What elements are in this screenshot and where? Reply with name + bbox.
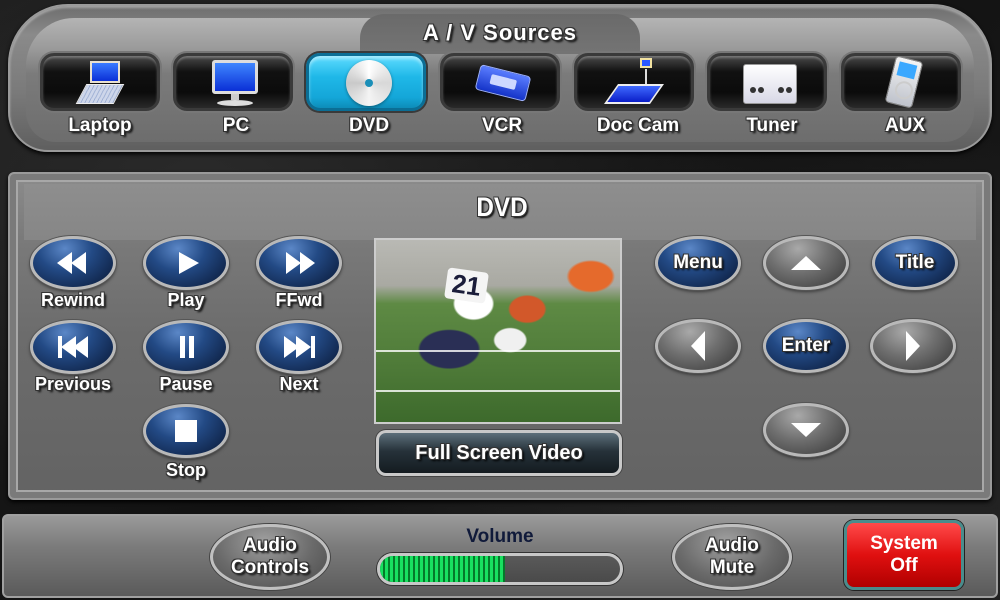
arrow-right-icon bbox=[906, 331, 920, 361]
media-player-icon bbox=[884, 55, 924, 109]
skip-next-icon bbox=[282, 334, 316, 360]
media-player-icon-wrap bbox=[844, 55, 958, 109]
play-button[interactable] bbox=[143, 236, 229, 290]
skip-previous-icon bbox=[56, 334, 90, 360]
desktop-pc-icon bbox=[176, 56, 290, 108]
stop-icon bbox=[175, 420, 197, 442]
pause-icon bbox=[169, 334, 203, 360]
source-button-dvd[interactable] bbox=[306, 53, 426, 111]
source-label-laptop: Laptop bbox=[68, 115, 132, 136]
source-button-laptop[interactable] bbox=[40, 53, 160, 111]
stop-label: Stop bbox=[166, 460, 206, 480]
source-label-vcr: VCR bbox=[481, 115, 523, 136]
source-panel-title: A / V Sources bbox=[422, 20, 577, 45]
play-label: Play bbox=[167, 290, 205, 310]
volume-level-fill bbox=[380, 556, 505, 582]
video-jersey-number: 21 bbox=[444, 267, 489, 304]
volume-slider[interactable] bbox=[377, 553, 623, 585]
vhs-cassette-icon bbox=[474, 64, 532, 102]
audio-controls-button[interactable]: Audio Controls bbox=[210, 524, 330, 590]
pause-button[interactable] bbox=[143, 320, 229, 374]
source-button-doc-cam[interactable] bbox=[574, 53, 694, 111]
nav-left-button[interactable] bbox=[655, 319, 741, 373]
next-button[interactable] bbox=[256, 320, 342, 374]
source-label-aux: AUX bbox=[884, 115, 926, 136]
nav-down-button[interactable] bbox=[763, 403, 849, 457]
nav-up-button[interactable] bbox=[763, 236, 849, 290]
stop-button[interactable] bbox=[143, 404, 229, 458]
volume-label: Volume bbox=[466, 526, 534, 547]
audio-mute-label-line1: Audio bbox=[705, 535, 759, 556]
audio-mute-label-line2: Mute bbox=[709, 557, 755, 578]
source-button-tuner[interactable] bbox=[707, 53, 827, 111]
enter-button-label: Enter bbox=[781, 335, 831, 356]
system-off-label-line2: Off bbox=[890, 555, 918, 576]
pause-label: Pause bbox=[159, 374, 213, 394]
panel-title: DVD bbox=[476, 192, 528, 222]
menu-button-label: Menu bbox=[673, 252, 723, 273]
title-button-label: Title bbox=[895, 252, 935, 273]
title-button[interactable]: Title bbox=[872, 236, 958, 290]
enter-button[interactable]: Enter bbox=[763, 319, 849, 373]
tuner-icon bbox=[743, 64, 797, 104]
disc-icon bbox=[346, 60, 392, 106]
arrow-left-icon bbox=[691, 331, 705, 361]
audio-controls-label-line1: Audio bbox=[243, 535, 297, 556]
fast-forward-label: FFwd bbox=[275, 290, 323, 310]
previous-button[interactable] bbox=[30, 320, 116, 374]
rewind-icon bbox=[56, 250, 90, 276]
arrow-up-icon bbox=[791, 256, 821, 270]
laptop-icon bbox=[43, 56, 157, 108]
source-button-aux[interactable] bbox=[841, 53, 961, 111]
source-button-pc[interactable] bbox=[173, 53, 293, 111]
document-camera-icon bbox=[577, 56, 691, 108]
tuner-icon-wrap bbox=[710, 56, 824, 108]
source-label-dvd: DVD bbox=[348, 115, 390, 136]
video-preview[interactable]: 21 bbox=[374, 238, 622, 424]
arrow-down-icon bbox=[791, 423, 821, 437]
menu-button[interactable]: Menu bbox=[655, 236, 741, 290]
audio-mute-button[interactable]: Audio Mute bbox=[672, 524, 792, 590]
fast-forward-icon bbox=[282, 250, 316, 276]
source-label-doc-cam: Doc Cam bbox=[596, 115, 680, 136]
play-icon bbox=[169, 250, 203, 276]
disc-icon-wrap bbox=[309, 56, 423, 108]
full-screen-video-button[interactable]: Full Screen Video bbox=[376, 430, 622, 476]
nav-right-button[interactable] bbox=[870, 319, 956, 373]
previous-label: Previous bbox=[34, 374, 112, 394]
source-label-tuner: Tuner bbox=[746, 115, 798, 136]
source-label-pc: PC bbox=[222, 115, 250, 136]
next-label: Next bbox=[279, 374, 319, 394]
rewind-button[interactable] bbox=[30, 236, 116, 290]
rewind-label: Rewind bbox=[40, 290, 105, 310]
audio-controls-label-line2: Controls bbox=[230, 557, 310, 578]
system-off-button[interactable]: System Off bbox=[844, 520, 964, 590]
system-off-label-line1: System bbox=[870, 533, 938, 554]
source-button-vcr[interactable] bbox=[440, 53, 560, 111]
fast-forward-button[interactable] bbox=[256, 236, 342, 290]
vhs-cassette-icon-wrap bbox=[443, 56, 557, 108]
